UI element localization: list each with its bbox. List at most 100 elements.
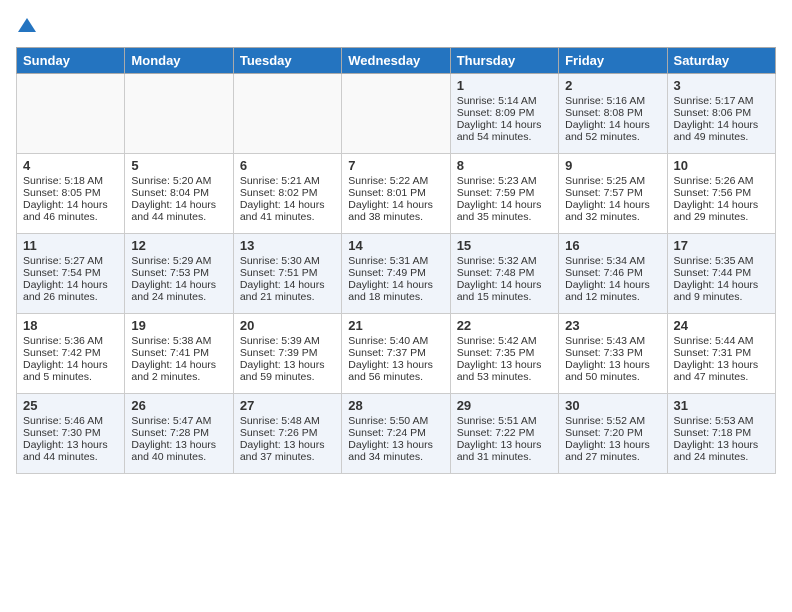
calendar-cell: 10Sunrise: 5:26 AMSunset: 7:56 PMDayligh… xyxy=(667,154,775,234)
day-info: Sunset: 7:37 PM xyxy=(348,347,443,359)
day-info: Sunrise: 5:23 AM xyxy=(457,175,552,187)
day-info: Daylight: 14 hours xyxy=(240,279,335,291)
calendar-cell: 4Sunrise: 5:18 AMSunset: 8:05 PMDaylight… xyxy=(17,154,125,234)
calendar-cell xyxy=(17,74,125,154)
calendar-cell: 19Sunrise: 5:38 AMSunset: 7:41 PMDayligh… xyxy=(125,314,233,394)
day-number: 8 xyxy=(457,158,552,173)
day-info: Sunset: 8:04 PM xyxy=(131,187,226,199)
day-info: and 34 minutes. xyxy=(348,451,443,463)
header-sunday: Sunday xyxy=(17,48,125,74)
day-info: Sunrise: 5:36 AM xyxy=(23,335,118,347)
day-info: Sunset: 7:26 PM xyxy=(240,427,335,439)
calendar-cell: 27Sunrise: 5:48 AMSunset: 7:26 PMDayligh… xyxy=(233,394,341,474)
day-number: 24 xyxy=(674,318,769,333)
day-info: Daylight: 14 hours xyxy=(457,119,552,131)
day-info: and 37 minutes. xyxy=(240,451,335,463)
day-info: Sunrise: 5:21 AM xyxy=(240,175,335,187)
day-number: 15 xyxy=(457,238,552,253)
day-info: Sunset: 7:57 PM xyxy=(565,187,660,199)
day-info: Daylight: 13 hours xyxy=(348,439,443,451)
day-info: and 35 minutes. xyxy=(457,211,552,223)
day-info: Daylight: 14 hours xyxy=(23,279,118,291)
day-info: and 49 minutes. xyxy=(674,131,769,143)
day-number: 14 xyxy=(348,238,443,253)
day-info: Sunrise: 5:53 AM xyxy=(674,415,769,427)
day-info: and 27 minutes. xyxy=(565,451,660,463)
calendar-cell xyxy=(125,74,233,154)
day-number: 2 xyxy=(565,78,660,93)
day-info: Sunrise: 5:46 AM xyxy=(23,415,118,427)
day-number: 22 xyxy=(457,318,552,333)
day-info: and 15 minutes. xyxy=(457,291,552,303)
calendar-cell: 29Sunrise: 5:51 AMSunset: 7:22 PMDayligh… xyxy=(450,394,558,474)
day-number: 17 xyxy=(674,238,769,253)
day-info: Daylight: 13 hours xyxy=(240,439,335,451)
day-info: and 52 minutes. xyxy=(565,131,660,143)
day-info: Daylight: 13 hours xyxy=(131,439,226,451)
header-saturday: Saturday xyxy=(667,48,775,74)
day-info: Sunset: 7:54 PM xyxy=(23,267,118,279)
day-info: Sunset: 8:09 PM xyxy=(457,107,552,119)
calendar-cell: 5Sunrise: 5:20 AMSunset: 8:04 PMDaylight… xyxy=(125,154,233,234)
day-number: 30 xyxy=(565,398,660,413)
day-info: Sunrise: 5:29 AM xyxy=(131,255,226,267)
day-number: 29 xyxy=(457,398,552,413)
calendar-cell: 13Sunrise: 5:30 AMSunset: 7:51 PMDayligh… xyxy=(233,234,341,314)
day-info: and 5 minutes. xyxy=(23,371,118,383)
day-number: 10 xyxy=(674,158,769,173)
logo xyxy=(16,16,36,39)
day-info: Daylight: 13 hours xyxy=(674,359,769,371)
day-number: 6 xyxy=(240,158,335,173)
day-info: Sunrise: 5:52 AM xyxy=(565,415,660,427)
day-info: Daylight: 14 hours xyxy=(457,279,552,291)
calendar-cell: 23Sunrise: 5:43 AMSunset: 7:33 PMDayligh… xyxy=(559,314,667,394)
day-info: Sunset: 7:28 PM xyxy=(131,427,226,439)
day-info: Sunrise: 5:27 AM xyxy=(23,255,118,267)
day-info: Sunset: 7:51 PM xyxy=(240,267,335,279)
day-info: Sunrise: 5:26 AM xyxy=(674,175,769,187)
day-info: Daylight: 14 hours xyxy=(348,199,443,211)
week-row-5: 25Sunrise: 5:46 AMSunset: 7:30 PMDayligh… xyxy=(17,394,776,474)
day-info: Daylight: 14 hours xyxy=(348,279,443,291)
day-info: Daylight: 14 hours xyxy=(131,199,226,211)
day-info: Daylight: 13 hours xyxy=(457,359,552,371)
day-info: and 53 minutes. xyxy=(457,371,552,383)
calendar-cell: 6Sunrise: 5:21 AMSunset: 8:02 PMDaylight… xyxy=(233,154,341,234)
day-number: 18 xyxy=(23,318,118,333)
day-info: and 29 minutes. xyxy=(674,211,769,223)
day-number: 25 xyxy=(23,398,118,413)
day-info: Daylight: 13 hours xyxy=(565,359,660,371)
day-number: 26 xyxy=(131,398,226,413)
day-info: Sunrise: 5:39 AM xyxy=(240,335,335,347)
day-number: 4 xyxy=(23,158,118,173)
day-number: 19 xyxy=(131,318,226,333)
day-info: Sunrise: 5:40 AM xyxy=(348,335,443,347)
day-info: Sunrise: 5:32 AM xyxy=(457,255,552,267)
day-info: Sunset: 7:18 PM xyxy=(674,427,769,439)
calendar-cell: 2Sunrise: 5:16 AMSunset: 8:08 PMDaylight… xyxy=(559,74,667,154)
day-info: and 24 minutes. xyxy=(674,451,769,463)
header-monday: Monday xyxy=(125,48,233,74)
day-info: Sunrise: 5:18 AM xyxy=(23,175,118,187)
day-info: Sunrise: 5:14 AM xyxy=(457,95,552,107)
day-number: 23 xyxy=(565,318,660,333)
day-info: Sunset: 8:02 PM xyxy=(240,187,335,199)
day-info: Daylight: 13 hours xyxy=(23,439,118,451)
header-thursday: Thursday xyxy=(450,48,558,74)
calendar-cell: 30Sunrise: 5:52 AMSunset: 7:20 PMDayligh… xyxy=(559,394,667,474)
day-number: 27 xyxy=(240,398,335,413)
calendar-cell xyxy=(342,74,450,154)
day-info: Daylight: 14 hours xyxy=(565,199,660,211)
day-info: and 40 minutes. xyxy=(131,451,226,463)
calendar-cell: 20Sunrise: 5:39 AMSunset: 7:39 PMDayligh… xyxy=(233,314,341,394)
calendar-cell: 26Sunrise: 5:47 AMSunset: 7:28 PMDayligh… xyxy=(125,394,233,474)
day-info: Sunrise: 5:38 AM xyxy=(131,335,226,347)
day-info: and 31 minutes. xyxy=(457,451,552,463)
day-number: 31 xyxy=(674,398,769,413)
calendar-cell: 28Sunrise: 5:50 AMSunset: 7:24 PMDayligh… xyxy=(342,394,450,474)
header xyxy=(16,16,776,39)
calendar-cell: 21Sunrise: 5:40 AMSunset: 7:37 PMDayligh… xyxy=(342,314,450,394)
day-info: Sunset: 8:06 PM xyxy=(674,107,769,119)
day-info: Daylight: 14 hours xyxy=(131,359,226,371)
day-info: Sunset: 7:46 PM xyxy=(565,267,660,279)
